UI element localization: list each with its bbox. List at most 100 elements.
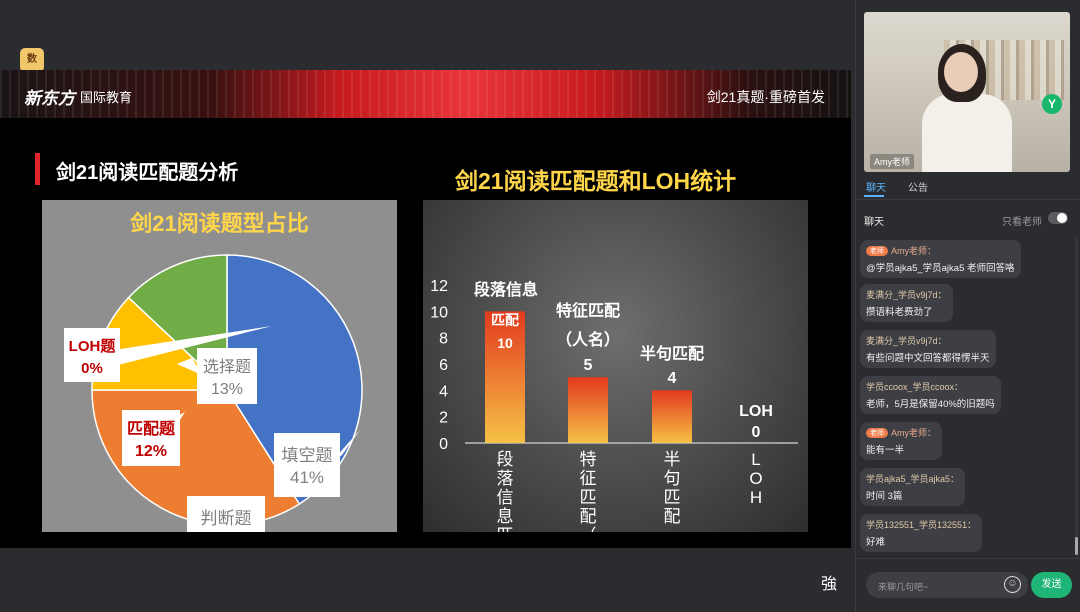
panel-tabs: 聊天 公告 bbox=[864, 179, 1074, 197]
pie-slice-value: 13% bbox=[211, 381, 243, 398]
bar-chart-panel: 024681012段落信息匹配特征匹配（人名）半句匹配LOH段落信息匹配10特征… bbox=[423, 200, 808, 532]
chat-message: 老师 Amy老师： @学员ajka5_学员ajka5 老师回答咯 bbox=[860, 240, 1021, 278]
only-teacher-toggle[interactable] bbox=[1048, 212, 1068, 224]
x-tick-label-char: 半 bbox=[664, 450, 681, 469]
message-text: 能有一半 bbox=[866, 445, 905, 456]
x-tick-label-char: 特 bbox=[580, 450, 597, 469]
x-tick-label-char: 落 bbox=[497, 469, 514, 488]
x-tick-label-char: 匹 bbox=[497, 526, 514, 532]
x-tick-label-char: 息 bbox=[497, 507, 514, 526]
pie-slice-label: 判断题 bbox=[201, 509, 252, 528]
only-teacher-label: 只看老师 bbox=[1002, 217, 1042, 228]
pie-slice-label: LOH题 bbox=[69, 338, 117, 355]
message-sender: Amy老师： bbox=[891, 428, 937, 438]
x-tick-label-char: O bbox=[749, 469, 762, 488]
bar-annotation: 匹配 bbox=[491, 312, 519, 328]
input-divider bbox=[856, 558, 1080, 559]
message-text: @学员ajka5_学员ajka5 老师回答咯 bbox=[866, 263, 1015, 274]
bar-annotation: LOH bbox=[739, 403, 773, 420]
title-accent-bar bbox=[35, 153, 40, 185]
emoji-icon[interactable]: ☺ bbox=[1004, 576, 1021, 593]
tabs-divider bbox=[856, 199, 1080, 200]
header-slogan: 剑21真题·重磅首发 bbox=[706, 89, 825, 105]
message-text: 老师，5月是保留40%的旧题吗 bbox=[866, 399, 995, 410]
bar-annotation: （人名） bbox=[556, 330, 620, 349]
brush-tool-icon[interactable]: 強 bbox=[818, 574, 840, 596]
bar-value-label: 0 bbox=[752, 424, 761, 441]
platform-logo-icon: Y bbox=[1042, 94, 1062, 114]
teacher-face bbox=[944, 52, 978, 92]
bar bbox=[568, 377, 608, 443]
pie-slice-label: 填空题 bbox=[282, 446, 333, 465]
chat-message: 老师 Amy老师： 能有一半 bbox=[860, 422, 943, 460]
chat-scrollbar[interactable] bbox=[1075, 237, 1078, 555]
x-tick-label-char: 句 bbox=[664, 469, 681, 488]
y-tick-label: 8 bbox=[439, 331, 448, 348]
pie-chart-panel: 剑21阅读题型占比 填空题41%判断题34%匹配题12%选择题13%LOH题0% bbox=[42, 200, 397, 532]
message-sender: 学员ajka5_学员ajka5： bbox=[866, 474, 960, 484]
right-panel: Y Amy老师 聊天 公告 聊天 只看老师 老师 Amy老师： @学员ajka5_… bbox=[855, 0, 1080, 612]
x-tick-label-char: L bbox=[751, 450, 760, 469]
teacher-video[interactable]: Y Amy老师 bbox=[864, 12, 1070, 172]
message-sender: 学员132551_学员132551： bbox=[866, 520, 977, 530]
pie-slice-label: 选择题 bbox=[203, 358, 251, 376]
video-teacher-name: Amy老师 bbox=[870, 154, 915, 169]
x-tick-label-char: 配 bbox=[664, 507, 681, 526]
brand-subtitle: 国际教育 bbox=[80, 90, 133, 105]
pie-chart: 填空题 41% 判断题 34% 匹配题 12% 选择题 13% LOH题 0% bbox=[64, 254, 363, 532]
teacher-badge: 老师 bbox=[866, 428, 888, 438]
x-tick-label-char: 匹 bbox=[580, 488, 597, 507]
x-tick-label-char: H bbox=[750, 488, 762, 507]
x-tick-label-char: 匹 bbox=[664, 488, 681, 507]
message-text: 好难 bbox=[866, 537, 886, 548]
slide-area: 新东方 国际教育 剑21真题·重磅首发 剑21阅读匹配题分析 剑21阅读匹配题和… bbox=[0, 70, 851, 548]
chat-header: 聊天 bbox=[864, 217, 884, 228]
message-sender: 麦满分_学员v9j7d： bbox=[866, 336, 947, 346]
x-tick-label-char: （ bbox=[580, 526, 597, 532]
pie-slice-label: 匹配题 bbox=[127, 420, 176, 438]
y-tick-label: 0 bbox=[439, 436, 448, 453]
x-tick-label-char: 信 bbox=[497, 488, 514, 507]
bar-annotation: 特征匹配 bbox=[556, 301, 620, 320]
bar-value-label: 4 bbox=[668, 370, 677, 387]
pie-slice-value: 34% bbox=[209, 531, 243, 532]
x-tick-label-char: 段 bbox=[497, 450, 514, 469]
teacher-badge: 老师 bbox=[866, 246, 888, 256]
teacher-body bbox=[922, 94, 1012, 172]
pie-label-box bbox=[274, 433, 340, 497]
x-tick-label-char: 配 bbox=[580, 507, 597, 526]
message-sender: Amy老师： bbox=[891, 246, 937, 256]
app-icon[interactable]: 数 bbox=[20, 48, 44, 72]
app-root: 数 新东方 国际教育 剑21真题·重磅首发 剑21阅读匹配题分析 剑21阅读匹配… bbox=[0, 0, 1080, 612]
bar-value-label: 5 bbox=[584, 357, 593, 374]
chat-message: 学员132551_学员132551： 好难 bbox=[860, 514, 983, 552]
message-text: 时间 3篇 bbox=[866, 491, 903, 502]
message-text: 攒语料老费劲了 bbox=[866, 307, 933, 318]
bar bbox=[485, 311, 525, 443]
chat-message-list: 老师 Amy老师： @学员ajka5_学员ajka5 老师回答咯 麦满分_学员v9… bbox=[860, 236, 1070, 556]
bar-annotation: 半句匹配 bbox=[640, 344, 704, 363]
y-tick-label: 12 bbox=[430, 278, 448, 295]
x-tick-label-char: 征 bbox=[580, 469, 597, 488]
bar-chart: 024681012段落信息匹配特征匹配（人名）半句匹配LOH段落信息匹配10特征… bbox=[430, 278, 798, 532]
chat-message: 麦满分_学员v9j7d： 攒语料老费劲了 bbox=[860, 284, 953, 322]
chat-scrollbar-thumb[interactable] bbox=[1075, 537, 1078, 555]
pie-slice-value: 41% bbox=[290, 468, 324, 487]
message-text: 有些问题中文回答都得愣半天 bbox=[866, 353, 990, 364]
slide-title: 剑21阅读匹配题分析 bbox=[56, 162, 239, 184]
pie-slice-value: 0% bbox=[81, 360, 103, 377]
bar-value-label: 10 bbox=[497, 335, 513, 351]
pie-slice-value: 12% bbox=[135, 443, 167, 460]
bar-annotation: 段落信息 bbox=[474, 280, 538, 299]
send-button[interactable]: 发送 bbox=[1031, 572, 1072, 598]
y-tick-label: 2 bbox=[439, 410, 448, 427]
tab-chat[interactable]: 聊天 bbox=[866, 179, 886, 194]
active-tab-indicator bbox=[864, 195, 884, 197]
message-sender: 学员ccoox_学员ccoox： bbox=[866, 382, 964, 392]
bar-chart-title: 剑21阅读匹配题和LOH统计 bbox=[455, 168, 737, 194]
tab-announcement[interactable]: 公告 bbox=[908, 179, 928, 194]
y-tick-label: 10 bbox=[430, 304, 448, 321]
y-tick-label: 6 bbox=[439, 357, 448, 374]
brand-logo: 新东方 bbox=[24, 89, 75, 108]
bar bbox=[652, 390, 692, 443]
